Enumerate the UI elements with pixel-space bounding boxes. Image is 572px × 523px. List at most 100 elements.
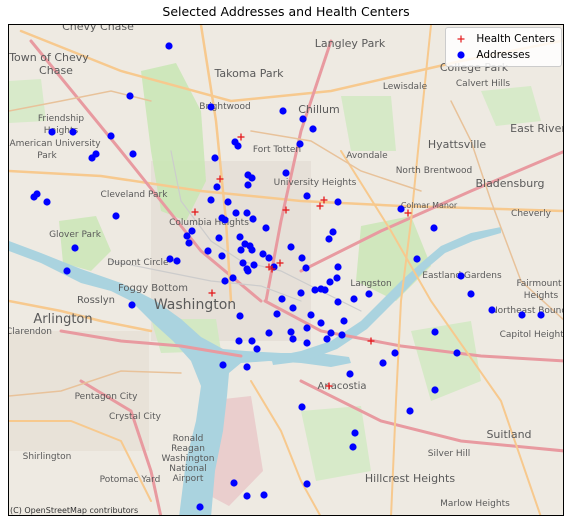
address-marker[interactable] <box>289 335 297 343</box>
address-marker[interactable] <box>173 257 181 265</box>
address-marker[interactable] <box>165 42 173 50</box>
address-marker[interactable] <box>243 363 251 371</box>
address-marker[interactable] <box>204 247 212 255</box>
address-marker[interactable] <box>431 386 439 394</box>
address-marker[interactable] <box>278 295 286 303</box>
address-marker[interactable] <box>287 243 295 251</box>
address-marker[interactable] <box>311 286 319 294</box>
address-marker[interactable] <box>467 290 475 298</box>
address-marker[interactable] <box>166 255 174 263</box>
address-marker[interactable] <box>71 244 79 252</box>
address-marker[interactable] <box>303 480 311 488</box>
address-marker[interactable] <box>129 150 137 158</box>
address-marker[interactable] <box>239 259 247 267</box>
address-marker[interactable] <box>333 274 341 282</box>
address-marker[interactable] <box>224 198 232 206</box>
address-marker[interactable] <box>273 310 281 318</box>
address-marker[interactable] <box>185 239 193 247</box>
address-marker[interactable] <box>215 234 223 242</box>
map-frame[interactable]: Chevy Chase Town of Chevy Chase Takoma Park… <box>8 24 564 516</box>
address-marker[interactable] <box>213 183 221 191</box>
address-marker[interactable] <box>406 407 414 415</box>
address-marker[interactable] <box>48 128 56 136</box>
address-marker[interactable] <box>279 107 287 115</box>
address-marker[interactable] <box>334 298 342 306</box>
address-marker[interactable] <box>457 272 465 280</box>
address-marker[interactable] <box>221 216 229 224</box>
address-marker[interactable] <box>260 491 268 499</box>
address-marker[interactable] <box>183 232 191 240</box>
address-marker[interactable] <box>431 328 439 336</box>
address-marker[interactable] <box>340 317 348 325</box>
address-marker[interactable] <box>391 349 399 357</box>
address-marker[interactable] <box>299 115 307 123</box>
address-marker[interactable] <box>303 192 311 200</box>
address-marker[interactable] <box>298 254 306 262</box>
address-marker[interactable] <box>453 349 461 357</box>
address-marker[interactable] <box>236 312 244 320</box>
address-marker[interactable] <box>262 224 270 232</box>
address-marker[interactable] <box>230 479 238 487</box>
address-marker[interactable] <box>287 328 295 336</box>
address-marker[interactable] <box>430 224 438 232</box>
address-marker[interactable] <box>107 132 115 140</box>
address-marker[interactable] <box>63 267 71 275</box>
address-marker[interactable] <box>297 289 305 297</box>
address-marker[interactable] <box>350 295 358 303</box>
address-marker[interactable] <box>211 154 219 162</box>
address-marker[interactable] <box>397 205 405 213</box>
address-marker[interactable] <box>379 359 387 367</box>
address-marker[interactable] <box>207 103 215 111</box>
address-marker[interactable] <box>229 274 237 282</box>
address-marker[interactable] <box>321 286 329 294</box>
address-marker[interactable] <box>232 209 240 217</box>
address-marker[interactable] <box>235 337 243 345</box>
address-marker[interactable] <box>323 335 331 343</box>
address-marker[interactable] <box>248 337 256 345</box>
address-marker[interactable] <box>298 403 306 411</box>
address-marker[interactable] <box>249 215 257 223</box>
address-marker[interactable] <box>365 290 373 298</box>
address-marker[interactable] <box>302 264 310 272</box>
address-marker[interactable] <box>413 255 421 263</box>
address-marker[interactable] <box>334 263 342 271</box>
address-marker[interactable] <box>234 142 242 150</box>
address-marker[interactable] <box>244 181 252 189</box>
address-marker[interactable] <box>88 154 96 162</box>
address-marker[interactable] <box>296 140 304 148</box>
address-marker[interactable] <box>327 329 335 337</box>
address-marker[interactable] <box>196 503 204 511</box>
address-marker[interactable] <box>237 246 245 254</box>
address-marker[interactable] <box>309 125 317 133</box>
address-marker[interactable] <box>253 345 261 353</box>
address-marker[interactable] <box>30 193 38 201</box>
address-marker[interactable] <box>250 261 258 269</box>
address-marker[interactable] <box>243 492 251 500</box>
address-marker[interactable] <box>219 361 227 369</box>
address-marker[interactable] <box>236 233 244 241</box>
address-marker[interactable] <box>338 331 346 339</box>
address-marker[interactable] <box>346 370 354 378</box>
address-marker[interactable] <box>221 277 229 285</box>
address-marker[interactable] <box>351 429 359 437</box>
address-marker[interactable] <box>69 128 77 136</box>
address-marker[interactable] <box>126 92 134 100</box>
address-marker[interactable] <box>325 235 333 243</box>
address-marker[interactable] <box>317 319 325 327</box>
address-marker[interactable] <box>537 311 545 319</box>
address-marker[interactable] <box>303 339 311 347</box>
address-marker[interactable] <box>265 254 273 262</box>
address-marker[interactable] <box>326 278 334 286</box>
address-marker[interactable] <box>307 311 315 319</box>
address-marker[interactable] <box>248 246 256 254</box>
address-marker[interactable] <box>43 198 51 206</box>
address-marker[interactable] <box>282 169 290 177</box>
address-marker[interactable] <box>243 209 251 217</box>
address-marker[interactable] <box>112 212 120 220</box>
address-marker[interactable] <box>259 250 267 258</box>
address-marker[interactable] <box>128 301 136 309</box>
address-marker[interactable] <box>265 329 273 337</box>
address-marker[interactable] <box>488 306 496 314</box>
address-marker[interactable] <box>334 198 342 206</box>
address-marker[interactable] <box>289 304 297 312</box>
